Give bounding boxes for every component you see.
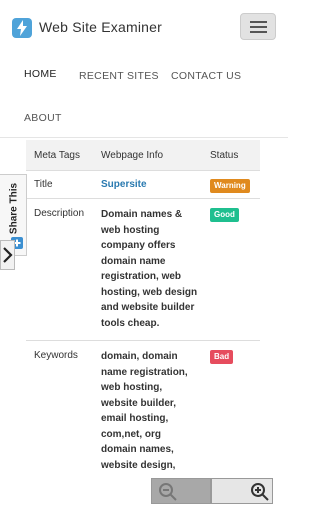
zoom-in-button[interactable]: [211, 478, 273, 504]
info-line: hosting, web design: [101, 286, 198, 298]
hamburger-menu-button[interactable]: [240, 13, 276, 40]
table-header: Meta Tags Webpage Info Status: [26, 140, 260, 170]
info-line: domain names,: [101, 444, 174, 455]
info-line: website builder,: [101, 397, 177, 409]
zoom-in-icon: [251, 483, 269, 501]
info-line: registration, web: [101, 271, 182, 282]
nav-recent-sites-link[interactable]: RECENT SITES: [79, 70, 159, 82]
info-line: company offers: [101, 240, 176, 251]
info-line: name registration,: [101, 366, 188, 378]
nav-home-link[interactable]: HOME: [24, 68, 57, 80]
share-this-label: Share This: [8, 182, 20, 235]
warning-status-badge: Warning: [210, 179, 250, 193]
nav-divider: [0, 137, 288, 138]
row-divider: [26, 198, 260, 199]
row-title-tag: Title: [34, 179, 53, 190]
info-line: and website builder: [101, 302, 195, 313]
zoom-out-icon: [159, 483, 177, 501]
nav-about-link[interactable]: ABOUT: [24, 112, 62, 124]
info-line: email hosting,: [101, 413, 169, 424]
info-line: com,net, org: [101, 428, 162, 440]
hamburger-line: [250, 31, 267, 33]
row-divider: [26, 170, 260, 171]
lightning-bolt-icon: [12, 18, 32, 38]
hamburger-line: [250, 21, 267, 23]
row-keywords-info: domain, domain name registration, web ho…: [101, 349, 211, 473]
hamburger-line: [250, 26, 267, 28]
header-meta-tags: Meta Tags: [34, 150, 80, 161]
row-title-info-link[interactable]: Supersite: [101, 178, 147, 192]
top-navbar: Web Site Examiner: [0, 0, 288, 56]
info-line: website design,: [101, 459, 176, 471]
header-status: Status: [210, 150, 239, 161]
info-line: domain name: [101, 255, 166, 267]
chevron-right-icon[interactable]: [0, 240, 15, 270]
good-status-badge: Good: [210, 208, 239, 222]
row-divider: [26, 340, 260, 341]
row-keywords-tag: Keywords: [34, 350, 78, 361]
info-line: tools cheap.: [101, 317, 160, 329]
nav-contact-us-link[interactable]: CONTACT US: [171, 70, 241, 82]
app-title[interactable]: Web Site Examiner: [39, 19, 162, 35]
zoom-out-button[interactable]: [151, 478, 211, 504]
bad-status-badge: Bad: [210, 350, 234, 364]
info-line: web hosting,: [101, 382, 163, 393]
info-line: Domain names &: [101, 209, 183, 220]
row-description-info: Domain names & web hosting company offer…: [101, 207, 211, 331]
info-line: web hosting: [101, 224, 160, 236]
info-line: domain, domain: [101, 351, 178, 362]
row-description-tag: Description: [34, 208, 85, 219]
header-webpage-info: Webpage Info: [101, 150, 164, 161]
